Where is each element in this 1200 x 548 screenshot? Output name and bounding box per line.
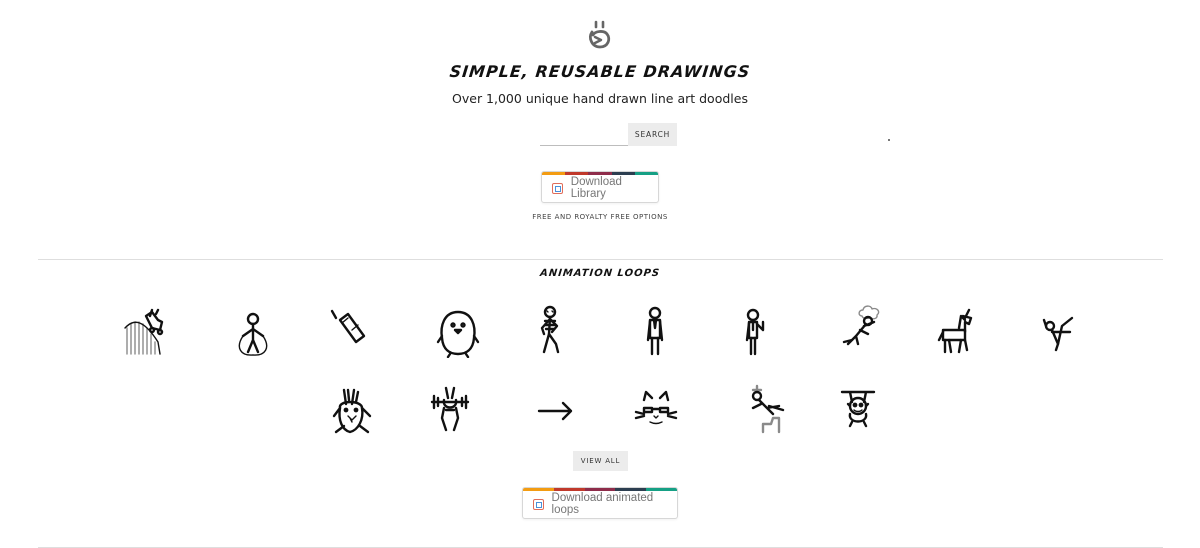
- search-input[interactable]: [540, 123, 628, 146]
- download-library-button[interactable]: Download Library: [541, 171, 659, 203]
- gumroad-icon: [552, 182, 563, 194]
- penguin-icon[interactable]: [436, 308, 480, 359]
- stretching-person-icon[interactable]: [1038, 306, 1082, 356]
- waving-man-icon[interactable]: [733, 306, 777, 356]
- jump-rope-person-icon[interactable]: [231, 308, 275, 358]
- unicorn-icon[interactable]: [935, 306, 979, 356]
- color-stripe: [523, 488, 677, 491]
- rabbit-icon[interactable]: [330, 386, 374, 436]
- weightlifting-bunny-icon[interactable]: [428, 386, 472, 436]
- search-button[interactable]: SEARCH: [628, 123, 677, 146]
- download-animated-loops-label: Download animated loops: [551, 492, 654, 516]
- stray-dot: [888, 139, 890, 141]
- color-stripe: [542, 172, 658, 175]
- download-animated-loops-button[interactable]: Download animated loops: [522, 487, 678, 519]
- roller-coaster-icon[interactable]: [122, 308, 166, 358]
- hanging-monkey-icon[interactable]: [836, 384, 880, 434]
- cat-with-glasses-icon[interactable]: [634, 386, 678, 436]
- download-library-label: Download Library: [570, 176, 622, 200]
- site-logo-icon[interactable]: [586, 20, 614, 50]
- section-divider: [38, 259, 1163, 260]
- animation-loops-heading: ANIMATION LOOPS: [539, 268, 661, 279]
- free-options-note: FREE AND ROYALTY FREE OPTIONS: [532, 213, 668, 221]
- view-all-button[interactable]: VIEW ALL: [573, 451, 628, 471]
- battery-icon[interactable]: [328, 308, 372, 358]
- standing-man-icon[interactable]: [633, 306, 677, 356]
- page-subtitle: Over 1,000 unique hand drawn line art do…: [452, 91, 748, 106]
- dancing-skeleton-icon[interactable]: [528, 304, 572, 354]
- page-title: SIMPLE, REUSABLE DRAWINGS: [448, 62, 752, 81]
- skydiving-person-icon[interactable]: [745, 384, 789, 434]
- arrow-icon[interactable]: [533, 386, 577, 436]
- search-form: SEARCH: [540, 123, 677, 146]
- flying-person-icon[interactable]: [838, 304, 882, 354]
- gumroad-icon: [533, 498, 544, 510]
